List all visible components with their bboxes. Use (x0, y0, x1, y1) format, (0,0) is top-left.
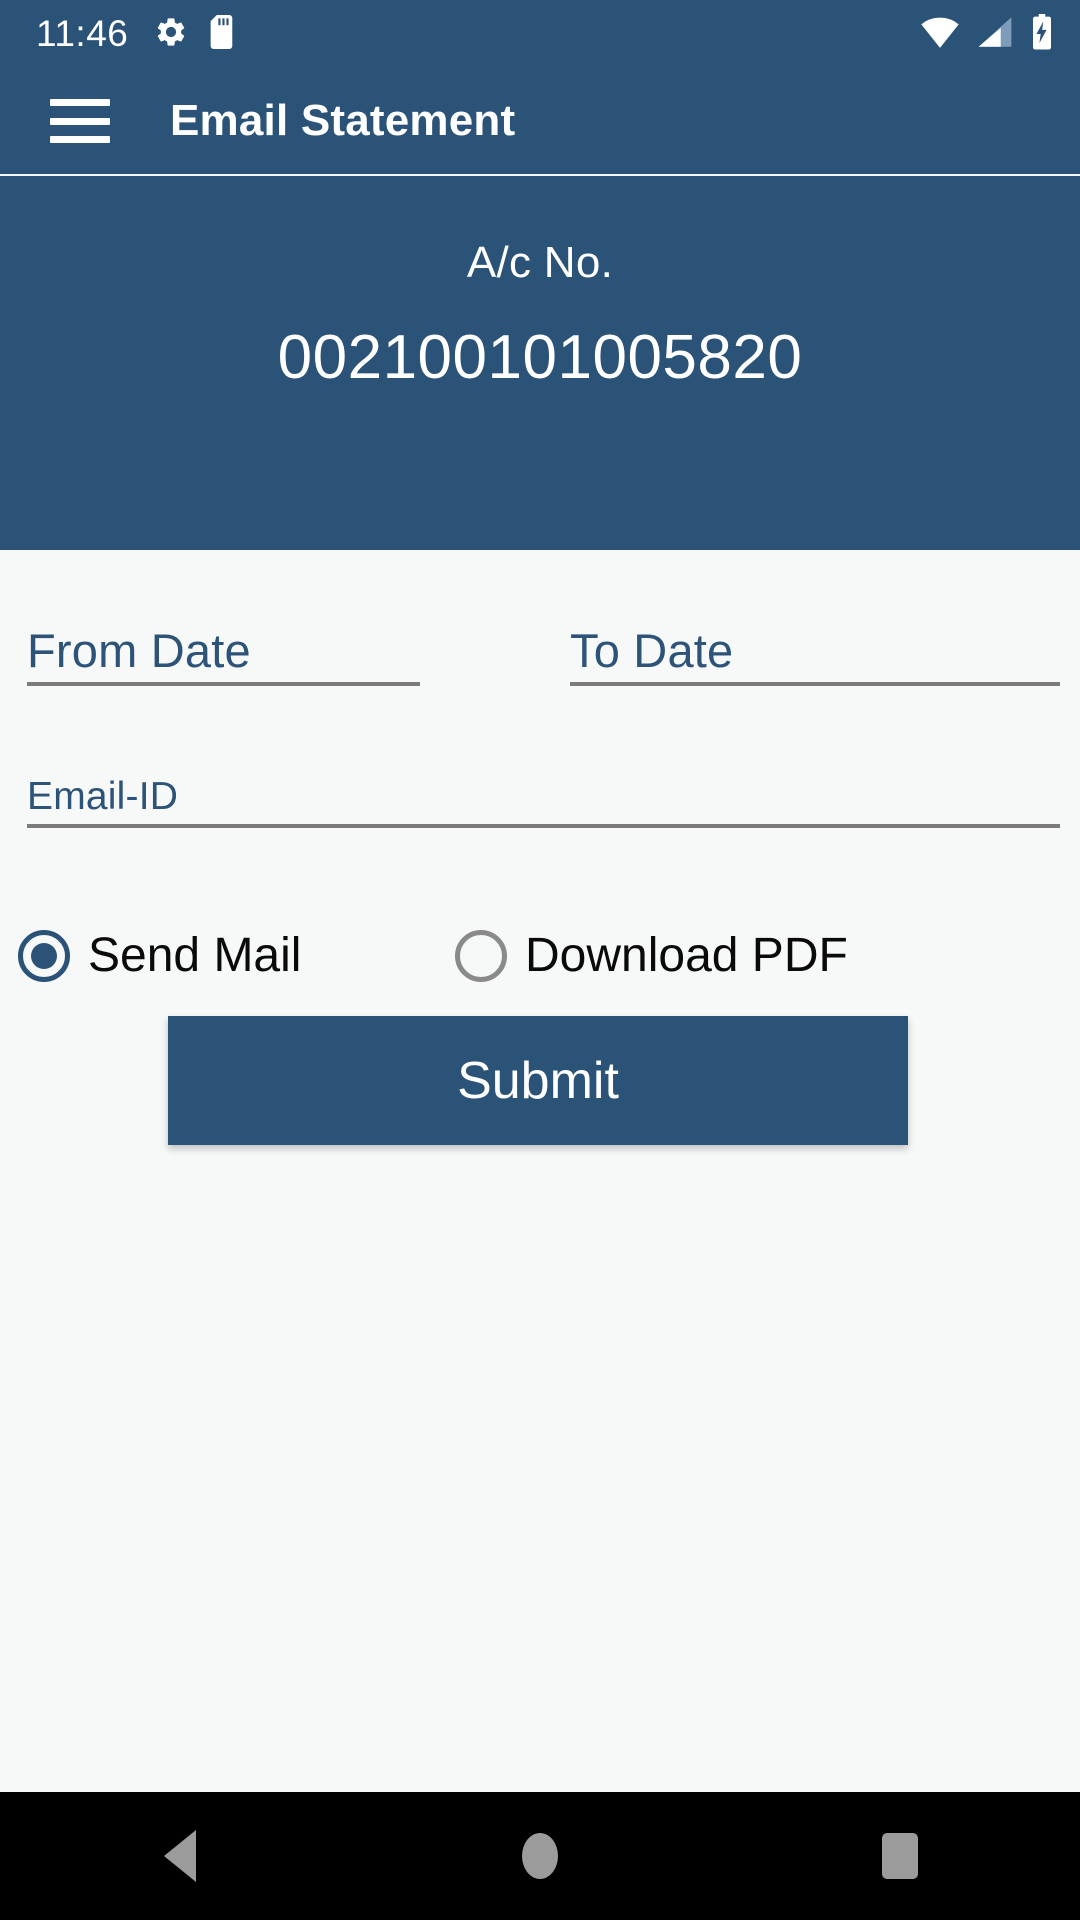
wifi-icon (920, 15, 960, 54)
radio-selected-icon (18, 929, 70, 982)
sd-card-icon (210, 14, 236, 54)
to-date-placeholder: To Date (570, 624, 734, 677)
recents-square-icon (882, 1833, 918, 1879)
android-navigation-bar (0, 1792, 1080, 1920)
status-left-icons (154, 14, 236, 54)
hamburger-bar (50, 99, 110, 106)
page-title: Email Statement (170, 96, 516, 145)
hamburger-bar (50, 117, 110, 125)
radio-label-download-pdf: Download PDF (525, 929, 848, 982)
radio-option-send-mail[interactable]: Send Mail (18, 928, 301, 983)
home-circle-icon (522, 1833, 558, 1879)
back-nav-button[interactable] (105, 1792, 255, 1920)
app-screen: 11:46 Email Statement A/c No. 0021001010… (0, 0, 1080, 1920)
home-nav-button[interactable] (465, 1792, 615, 1920)
date-range-row: From Date To Date (0, 550, 1080, 686)
hamburger-menu-icon[interactable] (50, 99, 110, 143)
email-id-placeholder: Email-ID (27, 775, 179, 818)
hamburger-bar (50, 136, 110, 143)
radio-label-send-mail: Send Mail (88, 929, 302, 982)
status-bar: 11:46 (0, 0, 1080, 68)
app-bar: Email Statement (0, 68, 1080, 174)
account-header: A/c No. 002100101005820 (0, 176, 1080, 550)
radio-unselected-icon (455, 929, 507, 982)
account-number-value: 002100101005820 (277, 323, 803, 392)
cell-signal-icon (977, 15, 1013, 54)
from-date-placeholder: From Date (27, 624, 251, 677)
from-date-field[interactable]: From Date (27, 598, 420, 686)
status-clock: 11:46 (36, 13, 129, 54)
radio-dot (31, 942, 57, 969)
radio-option-download-pdf[interactable]: Download PDF (455, 928, 848, 983)
recents-nav-button[interactable] (825, 1792, 975, 1920)
status-right-icons (920, 13, 1054, 55)
submit-button[interactable]: Submit (168, 1016, 908, 1145)
gear-icon (154, 15, 188, 54)
statement-form: From Date To Date Email-ID Send Mail Dow… (0, 550, 1080, 1145)
account-number-label: A/c No. (466, 238, 614, 287)
battery-charging-icon (1030, 13, 1054, 55)
delivery-option-group: Send Mail Download PDF (0, 928, 1080, 1008)
back-triangle-icon (164, 1830, 196, 1882)
email-id-field[interactable]: Email-ID (27, 740, 1060, 828)
to-date-field[interactable]: To Date (570, 598, 1060, 686)
